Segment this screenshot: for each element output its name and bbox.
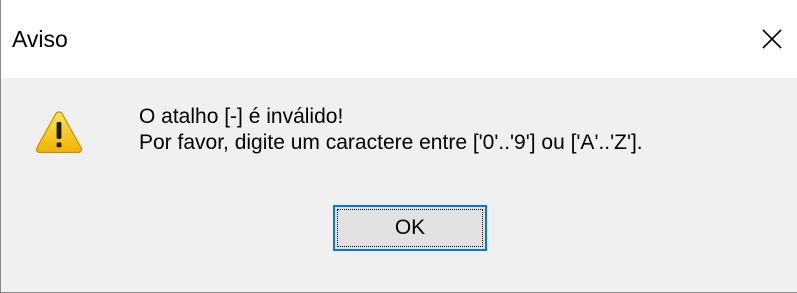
warning-icon — [35, 111, 83, 154]
title-bar[interactable]: Aviso — [0, 0, 797, 78]
warning-dialog: Aviso O atalho [-] é inválido! Por favor… — [0, 0, 797, 293]
ok-button[interactable]: OK — [333, 205, 487, 251]
ok-button-label: OK — [394, 216, 426, 239]
dialog-body: O atalho [-] é inválido! Por favor, digi… — [0, 78, 797, 293]
window-title: Aviso — [12, 26, 68, 52]
message-line-1: O atalho [-] é inválido! — [139, 105, 344, 128]
close-button[interactable] — [752, 20, 792, 58]
message-line-2: Por favor, digite um caractere entre ['0… — [139, 131, 643, 154]
close-icon — [762, 29, 782, 49]
message-text: O atalho [-] é inválido! Por favor, digi… — [139, 104, 643, 156]
